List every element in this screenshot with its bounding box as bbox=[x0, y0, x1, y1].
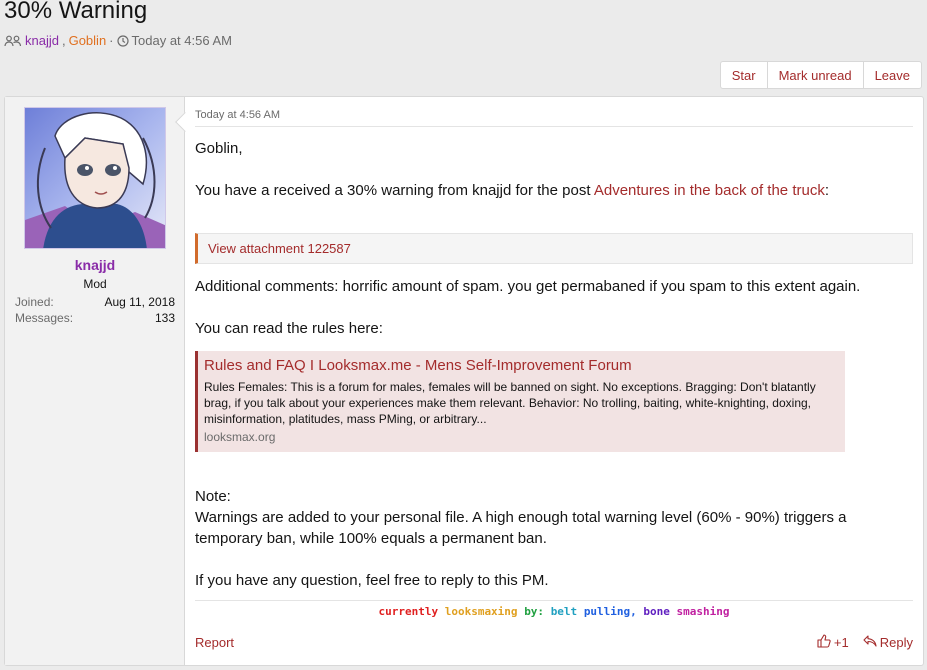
users-icon bbox=[4, 35, 22, 47]
link-preview[interactable]: Rules and FAQ I Looksmax.me - Mens Self-… bbox=[195, 351, 845, 452]
post-link[interactable]: Adventures in the back of the truck bbox=[594, 182, 825, 199]
like-count: +1 bbox=[833, 635, 849, 650]
messages-label: Messages: bbox=[15, 311, 74, 325]
clock-icon bbox=[116, 34, 129, 47]
author-name[interactable]: knajjd bbox=[5, 257, 185, 273]
message-date[interactable]: Today at 4:56 AM bbox=[195, 109, 280, 121]
leave-button[interactable]: Leave bbox=[864, 62, 921, 88]
joined-label: Joined: bbox=[15, 295, 54, 309]
signature-word: by: bbox=[524, 605, 545, 618]
warning-sentence: You have a received a 30% warning from k… bbox=[195, 182, 594, 199]
warning-colon: : bbox=[824, 182, 829, 199]
joined-stat: Joined: Aug 11, 2018 bbox=[15, 295, 175, 309]
divider bbox=[195, 126, 913, 127]
signature: currently looksmaxing by: belt pulling, … bbox=[195, 605, 913, 618]
link-preview-site: looksmax.org bbox=[204, 430, 276, 444]
messages-value[interactable]: 133 bbox=[155, 311, 175, 325]
joined-value: Aug 11, 2018 bbox=[104, 295, 175, 309]
signature-word: looksmaxing bbox=[444, 605, 518, 618]
signature-word: pulling, bbox=[583, 605, 637, 618]
participant-link-knajjd[interactable]: knajjd bbox=[25, 33, 59, 48]
thread-meta: knajjd, Goblin · Today at 4:56 AM bbox=[4, 33, 232, 48]
signature-word: bone bbox=[643, 605, 670, 618]
warning-text: You have a received a 30% warning from k… bbox=[195, 180, 905, 201]
note-body: Warnings are added to your personal file… bbox=[195, 509, 847, 547]
like-button[interactable]: +1 bbox=[817, 634, 849, 651]
reply-label: Reply bbox=[879, 635, 913, 650]
divider bbox=[195, 600, 913, 601]
additional-comments: Additional comments: horrific amount of … bbox=[195, 278, 861, 295]
signature-word: currently bbox=[378, 605, 439, 618]
avatar[interactable] bbox=[24, 107, 166, 249]
participant-link-goblin[interactable]: Goblin bbox=[69, 33, 107, 48]
question-text: If you have any question, feel free to r… bbox=[195, 572, 549, 589]
conversation-actions: Star Mark unread Leave bbox=[719, 61, 922, 89]
mark-unread-button[interactable]: Mark unread bbox=[768, 62, 864, 88]
link-preview-title[interactable]: Rules and FAQ I Looksmax.me - Mens Self-… bbox=[204, 357, 837, 374]
message-content: Today at 4:56 AM Goblin, You have a rece… bbox=[195, 97, 915, 665]
messages-stat: Messages: 133 bbox=[15, 311, 175, 325]
star-button[interactable]: Star bbox=[721, 62, 768, 88]
thread-timestamp: Today at 4:56 AM bbox=[131, 33, 232, 48]
message: knajjd Mod Joined: Aug 11, 2018 Messages… bbox=[4, 96, 924, 666]
message-actions: +1 Reply bbox=[817, 634, 913, 651]
message-user-cell: knajjd Mod Joined: Aug 11, 2018 Messages… bbox=[5, 97, 185, 665]
greeting: Goblin, bbox=[195, 140, 243, 157]
reply-button[interactable]: Reply bbox=[863, 635, 913, 650]
comma: , bbox=[61, 33, 66, 48]
reply-icon bbox=[863, 635, 877, 650]
rules-intro: You can read the rules here: bbox=[195, 320, 383, 337]
link-preview-description: Rules Females: This is a forum for males… bbox=[204, 380, 816, 426]
attachment-link[interactable]: View attachment 122587 bbox=[195, 233, 913, 264]
meta-separator: · bbox=[109, 33, 114, 48]
report-button[interactable]: Report bbox=[195, 635, 234, 650]
thumbs-up-icon bbox=[817, 634, 831, 651]
signature-word: smashing bbox=[676, 605, 730, 618]
note-label: Note: bbox=[195, 488, 231, 505]
author-title: Mod bbox=[83, 277, 107, 291]
page-title: 30% Warning bbox=[4, 0, 148, 24]
signature-word: belt bbox=[550, 605, 578, 618]
